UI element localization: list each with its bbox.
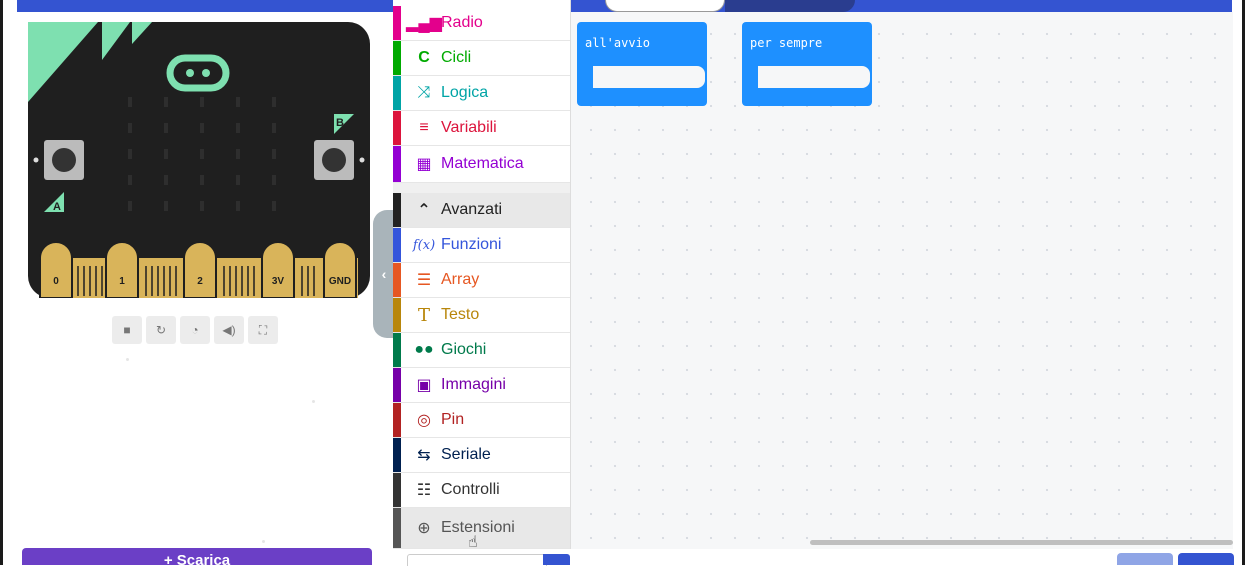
toolbox-item-pin[interactable]: ◎ Pin bbox=[393, 403, 570, 438]
toolbox-item-matematica[interactable]: ▦ Matematica bbox=[393, 146, 570, 183]
toolbox-item-array[interactable]: ☰ Array bbox=[393, 263, 570, 298]
server-icon: ☷ bbox=[416, 482, 432, 499]
toolbox-item-controlli[interactable]: ☷ Controlli bbox=[393, 473, 570, 508]
loop-icon: C bbox=[418, 49, 430, 66]
project-name-input[interactable] bbox=[407, 554, 547, 566]
dot bbox=[312, 400, 315, 403]
undo-redo-buttons[interactable] bbox=[1117, 553, 1173, 565]
svg-text:A: A bbox=[53, 201, 61, 213]
toolbox-item-funzioni[interactable]: f(x) Funzioni bbox=[393, 228, 570, 263]
svg-text:B: B bbox=[336, 117, 344, 129]
save-button[interactable] bbox=[543, 554, 570, 565]
frame-left bbox=[0, 0, 3, 565]
workspace-scrollbar[interactable] bbox=[810, 540, 1233, 545]
toolbox-item-variabili[interactable]: ≡ Variabili bbox=[393, 111, 570, 146]
block-slot bbox=[593, 66, 705, 88]
block-forever[interactable]: per sempre bbox=[742, 22, 872, 106]
function-icon: f(x) bbox=[412, 237, 436, 253]
zoom-buttons[interactable] bbox=[1178, 553, 1234, 565]
signal-icon: ▂▄▆ bbox=[406, 15, 442, 32]
block-on-start[interactable]: all'avvio bbox=[577, 22, 707, 106]
plus-circle-icon: ⊕ bbox=[417, 520, 431, 537]
text-icon: T bbox=[417, 304, 430, 326]
slow-motion-icon[interactable]: ◔ bbox=[180, 316, 210, 344]
download-button[interactable]: + Scarica bbox=[22, 548, 372, 565]
stop-icon[interactable]: ■ bbox=[112, 316, 142, 344]
pin-0[interactable]: 0 bbox=[53, 276, 59, 287]
pin-1[interactable]: 1 bbox=[119, 276, 125, 287]
pin-2[interactable]: 2 bbox=[197, 276, 203, 287]
shuffle-icon: ⤨ bbox=[417, 84, 431, 101]
target-icon: ◎ bbox=[417, 412, 431, 429]
toolbox-item-logica[interactable]: ⤨ Logica bbox=[393, 76, 570, 111]
toolbox-item-cicli[interactable]: C Cicli bbox=[393, 41, 570, 76]
pin-gnd[interactable]: GND bbox=[329, 276, 351, 287]
calculator-icon: ▦ bbox=[416, 156, 432, 173]
microbit-board[interactable]: A B 0 1 2 3V GND bbox=[28, 22, 370, 298]
toolbox-separator bbox=[393, 183, 570, 193]
block-slot bbox=[758, 66, 870, 88]
pin-3v[interactable]: 3V bbox=[272, 276, 285, 287]
toolbox-item-avanzati[interactable]: ⌃ Avanzati bbox=[393, 193, 570, 228]
toolbox-item-seriale[interactable]: ⇆ Seriale bbox=[393, 438, 570, 473]
gamepad-icon: ●● bbox=[414, 341, 434, 358]
editor-toggle-blocks[interactable] bbox=[605, 0, 725, 12]
dot bbox=[262, 540, 265, 543]
image-icon: ▣ bbox=[416, 377, 432, 394]
editor-toggle-code[interactable] bbox=[725, 0, 855, 12]
simulator-controls: ■ ↻ ◔ ◀) ⛶ bbox=[112, 316, 278, 344]
hand-cursor-icon: ☝ bbox=[468, 534, 478, 551]
chevron-left-icon: ‹ bbox=[381, 266, 387, 282]
restart-icon[interactable]: ↻ bbox=[146, 316, 176, 344]
usb-icon: ⇆ bbox=[417, 447, 431, 464]
toolbox-item-giochi[interactable]: ●● Giochi bbox=[393, 333, 570, 368]
dot bbox=[126, 358, 129, 361]
list-icon: ≡ bbox=[419, 119, 429, 136]
toolbox-item-immagini[interactable]: ▣ Immagini bbox=[393, 368, 570, 403]
fullscreen-icon[interactable]: ⛶ bbox=[248, 316, 278, 344]
array-icon: ☰ bbox=[416, 272, 432, 289]
collapse-simulator-button[interactable]: ‹ bbox=[373, 210, 395, 338]
toolbox-item-testo[interactable]: T Testo bbox=[393, 298, 570, 333]
mute-icon[interactable]: ◀) bbox=[214, 316, 244, 344]
toolbox-item-estensioni[interactable]: ⊕ Estensioni bbox=[393, 508, 570, 549]
toolbox-item-radio[interactable]: ▂▄▆ Radio bbox=[393, 0, 570, 41]
toolbox: ▂▄▆ Radio C Cicli ⤨ Logica ≡ Variabili ▦… bbox=[393, 0, 571, 549]
chevron-up-icon: ⌃ bbox=[417, 202, 431, 219]
blocks-workspace[interactable]: all'avvio per sempre bbox=[571, 12, 1233, 549]
